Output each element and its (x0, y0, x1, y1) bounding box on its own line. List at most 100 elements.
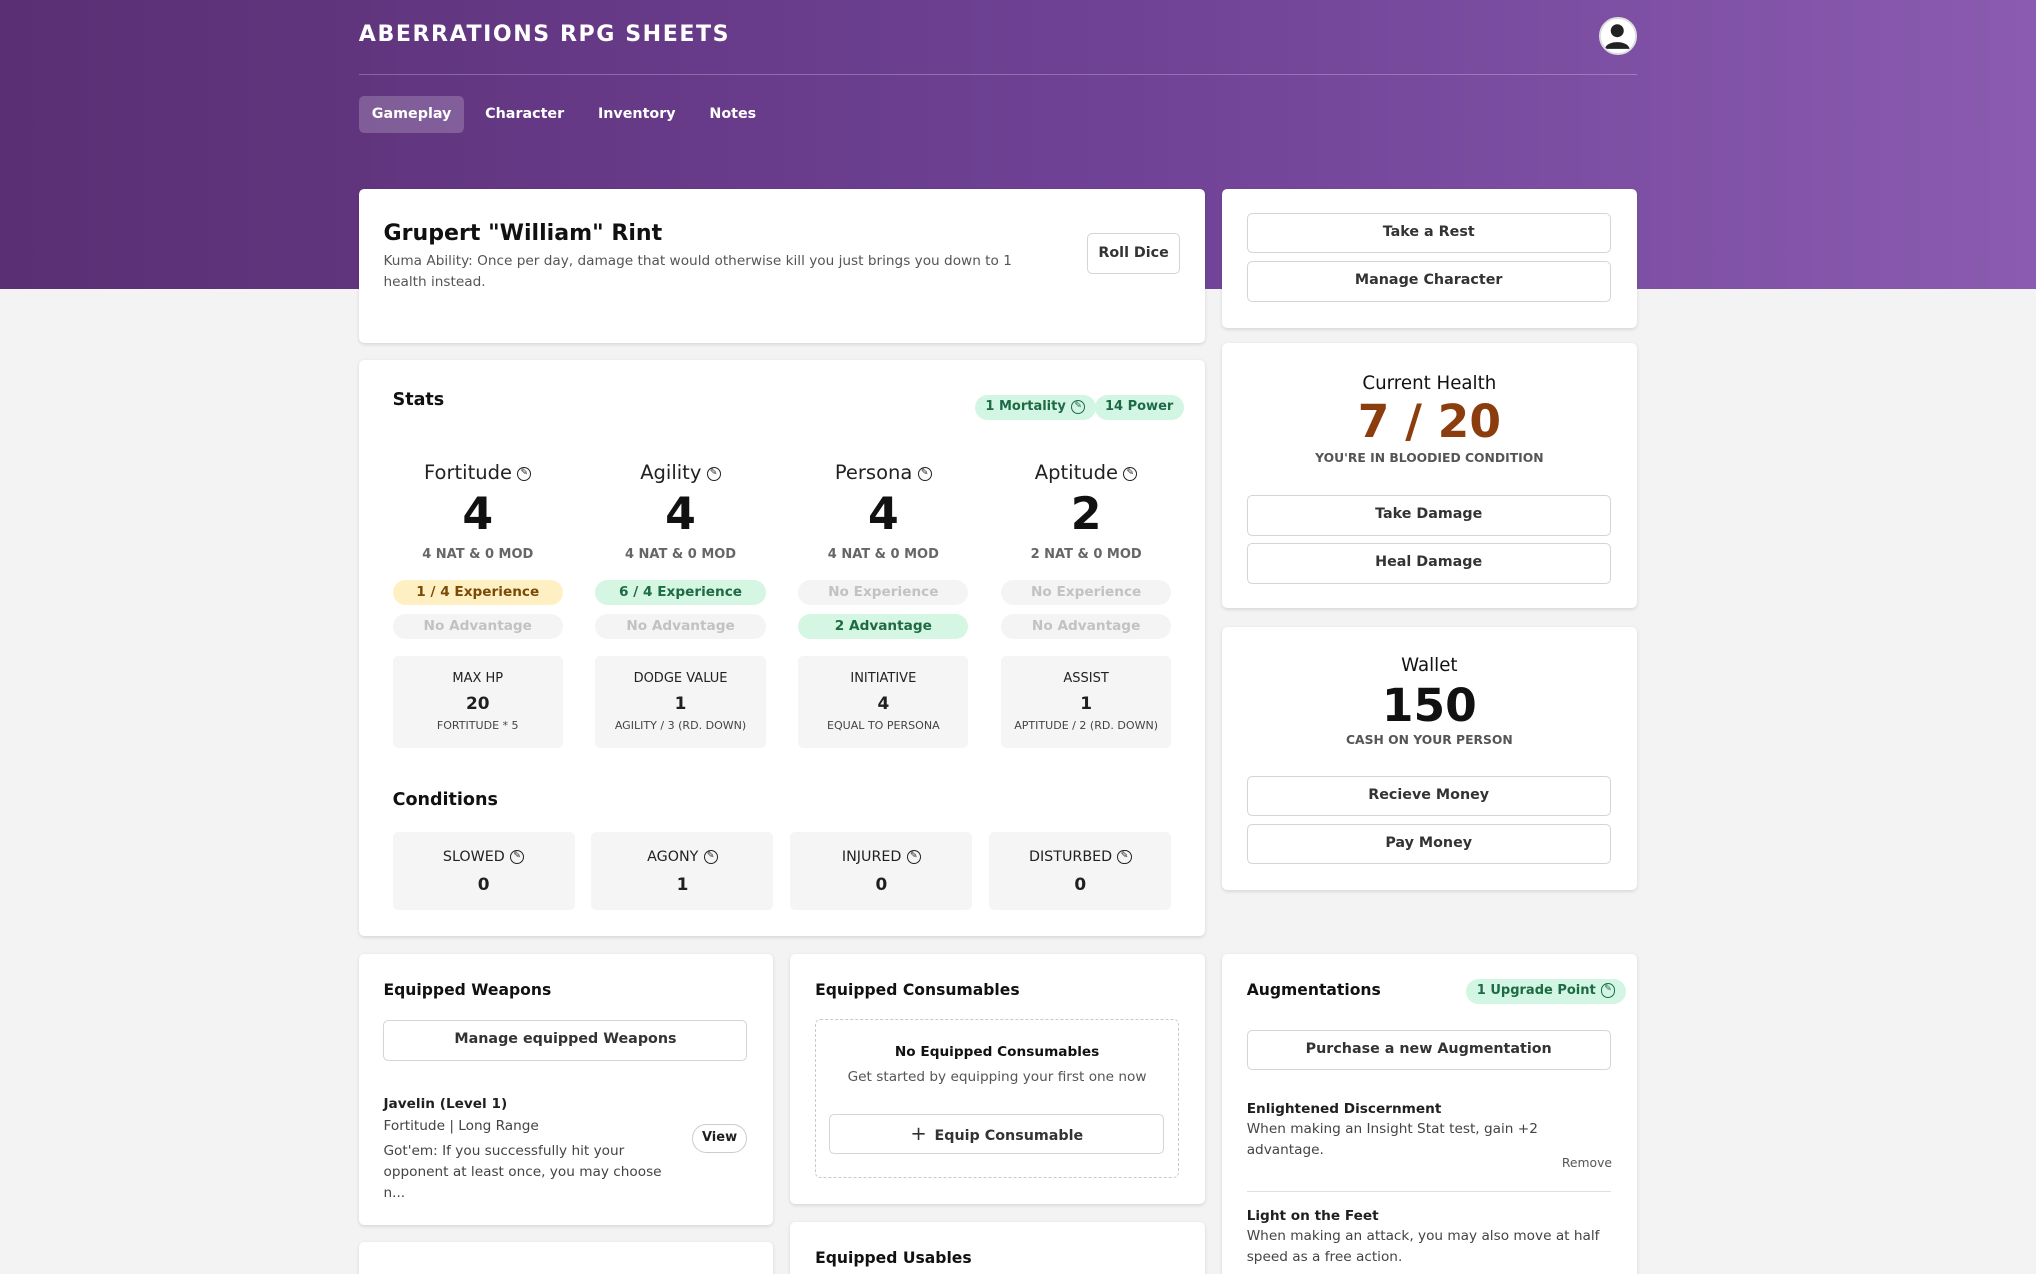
receive-money-button[interactable]: Recieve Money (1246, 776, 1611, 817)
edit-icon: ✎ (1600, 983, 1616, 998)
stat-name: Persona (834, 461, 913, 485)
plus-icon: + (910, 1121, 927, 1145)
augmentation-name: Enlightened Discernment (1246, 1101, 1442, 1118)
condition-label: DISTURBED (1028, 848, 1113, 865)
derived-stat: MAX HP 20 FORTITUDE * 5 (392, 655, 563, 749)
stat-breakdown: 4 NAT & 0 MOD (827, 547, 939, 563)
wallet-card: Wallet 150 CASH ON YOUR PERSON Recieve M… (1222, 626, 1637, 891)
app-title: ABERRATIONS RPG SHEETS (358, 20, 731, 47)
derived-label: DODGE VALUE (633, 671, 728, 687)
edit-icon[interactable]: ✎ (509, 849, 525, 865)
usables-card: Equipped Usables (790, 1222, 1206, 1274)
character-ability: Kuma Ability: Once per day, damage that … (383, 252, 1012, 290)
edit-icon[interactable]: ✎ (703, 849, 718, 865)
weapon-meta: Fortitude | Long Range (383, 1117, 539, 1134)
stat-value: 2 (1070, 489, 1102, 541)
heal-damage-button[interactable]: Heal Damage (1246, 543, 1611, 584)
derived-formula: FORTITUDE * 5 (436, 719, 519, 733)
experience-badge: 1 / 4 Experience (392, 580, 563, 606)
mortality-label: 1 Mortality (985, 399, 1066, 415)
roll-dice-button[interactable]: Roll Dice (1086, 232, 1181, 275)
stat-value: 4 (665, 489, 696, 541)
character-card: Grupert "William" Rint Kuma Ability: Onc… (358, 188, 1206, 344)
augmentations-title: Augmentations (1246, 981, 1381, 1000)
health-card: Current Health 7 / 20 YOU'RE IN BLOODIED… (1222, 343, 1637, 609)
stats-card: Stats 1 Mortality ✎ 14 Power Fortitude ✎ 4… (358, 360, 1206, 936)
stat-aptitude: Aptitude ✎ 2 2 NAT & 0 MOD No Experience … (1000, 461, 1172, 749)
pay-money-button[interactable]: Pay Money (1246, 824, 1611, 865)
derived-label: MAX HP (452, 671, 504, 687)
experience-badge: 6 / 4 Experience (595, 580, 766, 606)
derived-label: INITIATIVE (850, 671, 917, 687)
derived-formula: AGILITY / 3 (RD. DOWN) (614, 719, 747, 733)
empty-title: No Equipped Consumables (894, 1043, 1100, 1060)
stats-title: Stats (392, 389, 445, 410)
condition-value: 1 (676, 873, 689, 894)
user-avatar[interactable] (1599, 16, 1637, 55)
health-status: YOU'RE IN BLOODIED CONDITION (1315, 451, 1544, 466)
character-name: Grupert "William" Rint (383, 219, 663, 246)
derived-value: 1 (674, 692, 687, 713)
tab-gameplay[interactable]: Gameplay (358, 96, 465, 133)
take-rest-button[interactable]: Take a Rest (1246, 213, 1611, 254)
condition-disturbed: DISTURBED ✎ 0 (989, 831, 1172, 910)
condition-label: SLOWED (442, 848, 505, 865)
stat-name: Aptitude (1034, 461, 1118, 485)
edit-icon: ✎ (1071, 399, 1086, 414)
advantage-badge: 2 Advantage (798, 614, 969, 639)
view-weapon-button[interactable]: View (691, 1124, 748, 1154)
stat-name: Agility (640, 461, 702, 485)
health-label: Current Health (1362, 373, 1497, 395)
derived-value: 1 (1080, 692, 1093, 713)
health-value: 7 / 20 (1357, 395, 1501, 449)
equip-consumable-button[interactable]: + Equip Consumable (829, 1113, 1165, 1155)
derived-stat: ASSIST 1 APTITUDE / 2 (RD. DOWN) (1000, 655, 1172, 749)
upgrade-point-label: 1 Upgrade Point (1476, 982, 1596, 998)
mortality-badge[interactable]: 1 Mortality ✎ (974, 395, 1096, 420)
take-damage-button[interactable]: Take Damage (1246, 495, 1611, 536)
edit-icon[interactable]: ✎ (906, 849, 921, 865)
condition-label: INJURED (841, 848, 902, 865)
stat-name: Fortitude (424, 461, 512, 485)
tab-notes[interactable]: Notes (696, 96, 769, 132)
edit-icon[interactable]: ✎ (917, 466, 932, 482)
condition-agony: AGONY ✎ 1 (591, 831, 774, 910)
stat-value: 4 (462, 489, 494, 541)
advantage-badge: No Advantage (392, 614, 563, 639)
condition-label: AGONY (647, 848, 699, 865)
condition-injured: INJURED ✎ 0 (790, 831, 973, 910)
usables-title: Equipped Usables (815, 1249, 972, 1268)
user-icon (1604, 24, 1630, 49)
derived-formula: APTITUDE / 2 (RD. DOWN) (1014, 719, 1159, 733)
tab-inventory[interactable]: Inventory (585, 96, 689, 132)
tab-character[interactable]: Character (472, 96, 577, 132)
derived-stat: INITIATIVE 4 EQUAL TO PERSONA (798, 655, 969, 749)
derived-value: 20 (465, 692, 490, 713)
edit-icon[interactable]: ✎ (517, 466, 532, 482)
edit-icon[interactable]: ✎ (1123, 466, 1138, 482)
edit-icon[interactable]: ✎ (706, 466, 721, 482)
consumables-card: Equipped Consumables No Equipped Consuma… (790, 954, 1206, 1204)
main-tabs: Gameplay Character Inventory Notes (358, 96, 769, 133)
manage-character-button[interactable]: Manage Character (1246, 261, 1611, 302)
augmentations-card: Augmentations 1 Upgrade Point ✎ Purchase … (1222, 954, 1637, 1274)
advantage-badge: No Advantage (595, 614, 766, 639)
derived-stat: DODGE VALUE 1 AGILITY / 3 (RD. DOWN) (595, 655, 766, 749)
remove-augmentation-link[interactable]: Remove (1562, 1156, 1612, 1170)
power-badge: 14 Power (1094, 395, 1184, 420)
stat-breakdown: 4 NAT & 0 MOD (422, 547, 534, 563)
upgrade-point-badge[interactable]: 1 Upgrade Point ✎ (1466, 978, 1626, 1004)
next-card (358, 1241, 774, 1274)
weapons-title: Equipped Weapons (383, 981, 552, 1000)
stat-fortitude: Fortitude ✎ 4 4 NAT & 0 MOD 1 / 4 Experie… (392, 461, 563, 749)
wallet-sub: CASH ON YOUR PERSON (1345, 733, 1513, 748)
equip-consumable-label: Equip Consumable (934, 1127, 1084, 1144)
empty-subtitle: Get started by equipping your first one … (847, 1068, 1147, 1085)
derived-formula: EQUAL TO PERSONA (827, 719, 940, 733)
purchase-augmentation-button[interactable]: Purchase a new Augmentation (1246, 1029, 1611, 1070)
condition-slowed: SLOWED ✎ 0 (392, 831, 575, 910)
consumables-empty-state: No Equipped Consumables Get started by e… (815, 1019, 1180, 1178)
manage-weapons-button[interactable]: Manage equipped Weapons (383, 1020, 748, 1061)
stat-breakdown: 4 NAT & 0 MOD (624, 547, 737, 563)
edit-icon[interactable]: ✎ (1117, 849, 1132, 865)
